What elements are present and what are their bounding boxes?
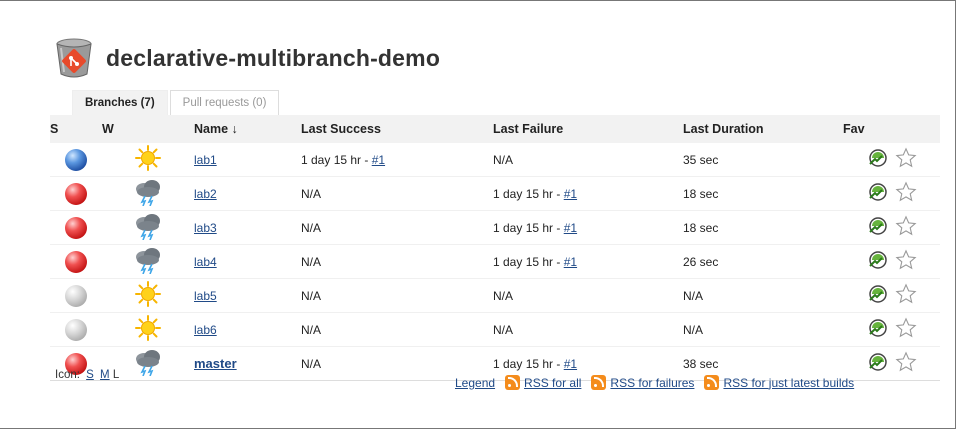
build-health-icon[interactable]	[867, 284, 889, 307]
status-ball-icon	[65, 284, 87, 307]
last-failure-build-link[interactable]: #1	[564, 221, 577, 235]
last-success-text: N/A	[301, 186, 322, 201]
tab-branches[interactable]: Branches (7)	[72, 90, 168, 115]
icon-size-label: Icon:	[55, 369, 80, 381]
build-health-icon[interactable]	[867, 216, 889, 239]
rss-icon	[591, 375, 607, 390]
icon-size-selector: Icon: S M L	[55, 369, 119, 381]
last-duration: N/A	[683, 322, 704, 337]
last-failure-text: N/A	[493, 322, 514, 337]
storm-icon	[133, 348, 163, 379]
status-ball-icon	[65, 148, 87, 171]
icon-size-large: L	[112, 369, 120, 381]
table-body: lab1 1 day 15 hr - #1 N/A 35 sec lab2 N/A 1 da…	[50, 143, 940, 381]
favorite-star-icon[interactable]	[895, 351, 917, 376]
favorite-star-icon[interactable]	[895, 215, 917, 240]
status-ball-icon	[65, 182, 87, 205]
last-success-text: N/A	[301, 254, 322, 269]
legend-link[interactable]: Legend	[455, 376, 495, 390]
header-name[interactable]: Name ↓	[194, 115, 301, 143]
build-health-icon[interactable]	[867, 352, 889, 375]
last-failure-build-link[interactable]: #1	[564, 187, 577, 201]
branch-link[interactable]: lab3	[194, 221, 217, 235]
sunny-icon	[133, 315, 163, 344]
sunny-icon	[133, 145, 163, 174]
last-success-text: N/A	[301, 322, 322, 337]
last-duration: 26 sec	[683, 254, 719, 269]
last-failure-text: N/A	[493, 288, 514, 303]
favorite-star-icon[interactable]	[895, 283, 917, 308]
last-success-build-link[interactable]: #1	[372, 153, 385, 167]
favorite-star-icon[interactable]	[895, 317, 917, 342]
favorite-star-icon[interactable]	[895, 181, 917, 206]
favorite-star-icon[interactable]	[895, 249, 917, 274]
status-ball-icon	[65, 216, 87, 239]
table-row: lab2 N/A 1 day 15 hr - #1 18 sec	[50, 176, 940, 211]
last-duration: 18 sec	[683, 186, 719, 201]
branch-link[interactable]: lab1	[194, 153, 217, 167]
last-duration: 38 sec	[683, 356, 719, 371]
rss-failures-link[interactable]: RSS for failures	[610, 376, 694, 390]
last-failure-text: 1 day 15 hr -	[493, 186, 564, 201]
multibranch-folder-icon	[52, 36, 96, 80]
build-health-icon[interactable]	[867, 250, 889, 273]
last-duration: 35 sec	[683, 152, 719, 167]
last-success-text: 1 day 15 hr -	[301, 152, 372, 167]
last-failure-build-link[interactable]: #1	[564, 255, 577, 269]
build-health-icon[interactable]	[867, 182, 889, 205]
last-failure-text: 1 day 15 hr -	[493, 254, 564, 269]
page-header: declarative-multibranch-demo	[52, 36, 440, 80]
status-ball-icon	[65, 318, 87, 341]
last-success-text: N/A	[301, 288, 322, 303]
last-duration: N/A	[683, 288, 704, 303]
build-health-icon[interactable]	[867, 318, 889, 341]
branch-link[interactable]: lab5	[194, 289, 217, 303]
rss-icon	[505, 375, 521, 390]
rss-icon	[704, 375, 720, 390]
table-row: lab4 N/A 1 day 15 hr - #1 26 sec	[50, 244, 940, 279]
branches-table: S W Name ↓ Last Success Last Failure Las…	[50, 115, 940, 381]
tab-pull-requests[interactable]: Pull requests (0)	[169, 90, 280, 115]
header-last-failure[interactable]: Last Failure	[493, 115, 683, 143]
rss-all-link[interactable]: RSS for all	[524, 376, 581, 390]
last-success-text: N/A	[301, 356, 322, 371]
branch-link[interactable]: lab2	[194, 187, 217, 201]
branch-link[interactable]: master	[194, 356, 237, 371]
table-header-row: S W Name ↓ Last Success Last Failure Las…	[50, 115, 940, 143]
branch-link[interactable]: lab4	[194, 255, 217, 269]
table-row: lab5 N/A N/A N/A	[50, 278, 940, 313]
sunny-icon	[133, 281, 163, 310]
page-title: declarative-multibranch-demo	[106, 44, 441, 71]
header-weather[interactable]: W	[102, 115, 194, 143]
storm-icon	[133, 246, 163, 277]
status-ball-icon	[65, 250, 87, 273]
build-health-icon[interactable]	[867, 148, 889, 171]
header-last-success[interactable]: Last Success	[301, 115, 493, 143]
table-row: lab6 N/A N/A N/A	[50, 312, 940, 347]
table-row: lab3 N/A 1 day 15 hr - #1 18 sec	[50, 210, 940, 245]
last-failure-text: N/A	[493, 152, 514, 167]
branch-link[interactable]: lab6	[194, 323, 217, 337]
icon-size-small[interactable]: S	[86, 369, 94, 381]
rss-latest-link[interactable]: RSS for just latest builds	[723, 376, 854, 390]
header-last-duration[interactable]: Last Duration	[683, 115, 843, 143]
last-duration: 18 sec	[683, 220, 719, 235]
last-success-text: N/A	[301, 220, 322, 235]
table-row: lab1 1 day 15 hr - #1 N/A 35 sec	[50, 143, 940, 177]
storm-icon	[133, 212, 163, 243]
tab-bar: Branches (7) Pull requests (0)	[72, 90, 280, 115]
header-status[interactable]: S	[50, 115, 102, 143]
favorite-star-icon[interactable]	[895, 147, 917, 172]
header-fav[interactable]: Fav	[843, 115, 940, 143]
last-failure-text: 1 day 15 hr -	[493, 356, 564, 371]
last-failure-text: 1 day 15 hr -	[493, 220, 564, 235]
footer-links: Legend RSS for all RSS for failures RSS …	[455, 375, 864, 390]
last-failure-build-link[interactable]: #1	[564, 357, 577, 371]
icon-size-medium[interactable]: M	[100, 369, 110, 381]
storm-icon	[133, 178, 163, 209]
